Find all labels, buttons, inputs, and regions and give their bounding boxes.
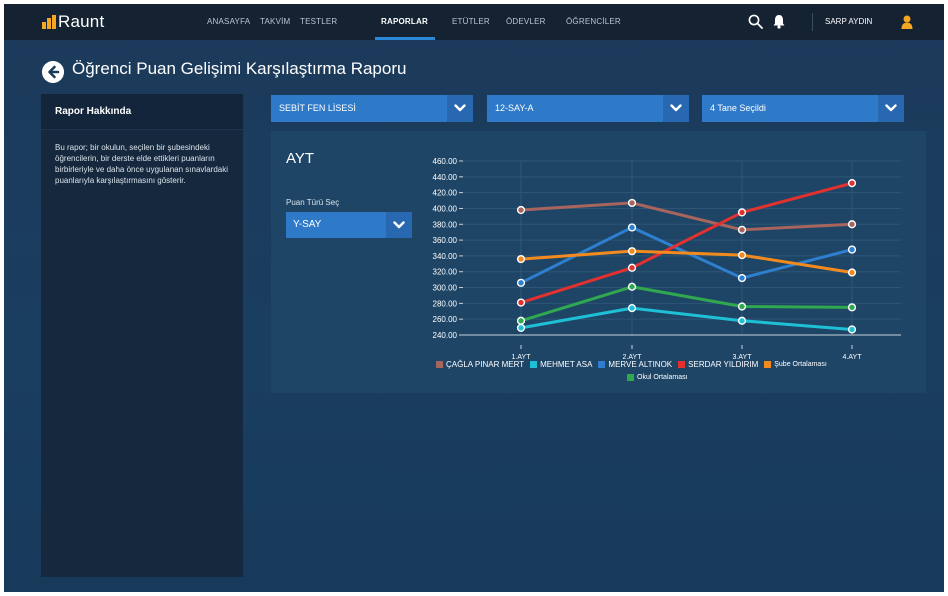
legend-label: SERDAR YILDIRIM (688, 360, 759, 369)
series-line (520, 201, 853, 232)
data-point (516, 316, 526, 325)
nav-item-odevler[interactable]: ÖDEVLER (506, 4, 546, 40)
report-info-panel: Rapor Hakkında Bu rapor; bir okulun, seç… (41, 94, 243, 577)
nav-item-ogrenciler[interactable]: ÖĞRENCİLER (566, 4, 621, 40)
data-point (627, 223, 637, 232)
legend-label: ÇAĞLA PINAR MERT (446, 360, 525, 369)
legend-swatch (530, 361, 538, 368)
legend-swatch (678, 361, 686, 368)
legend-label: Okul Ortalaması (637, 374, 688, 381)
data-point (627, 247, 637, 256)
y-tick-label: 300.00 (433, 284, 458, 293)
chart-legend-row-2: Okul Ortalaması (627, 374, 688, 381)
series-line (520, 181, 853, 305)
data-point (516, 278, 526, 287)
data-point (737, 225, 747, 234)
legend-label: Şube Ortalaması (774, 361, 827, 368)
legend-item[interactable]: Okul Ortalaması (627, 374, 688, 381)
y-tick-label: 360.00 (433, 236, 458, 245)
report-info-description: Bu rapor; bir okulun, seçilen bir şubesi… (55, 143, 228, 185)
back-arrow-icon[interactable] (42, 61, 64, 83)
data-point (847, 179, 857, 188)
bell-icon[interactable] (772, 14, 786, 29)
data-point (847, 325, 857, 334)
data-point (737, 251, 747, 260)
y-tick-label: 380.00 (433, 220, 458, 229)
x-tick-label: 4.AYT (843, 354, 863, 361)
chart-panel: AYT Puan Türü Seç Y-SAY 240.00 260.00 280.… (271, 131, 926, 393)
data-point (516, 254, 526, 264)
y-tick-label: 260.00 (433, 315, 458, 324)
legend-label: MERVE ALTINOK (608, 360, 673, 369)
y-tick-label: 440.00 (433, 173, 458, 182)
legend-swatch (436, 361, 443, 368)
page-title: Öğrenci Puan Gelişimi Karşılaştırma Rapo… (72, 59, 407, 78)
data-point (737, 208, 747, 217)
y-tick-label: 420.00 (433, 189, 458, 198)
y-tick-label: 320.00 (433, 268, 458, 277)
search-icon[interactable] (748, 14, 763, 29)
data-point (737, 273, 747, 283)
legend-label: MEHMET ASA (540, 360, 593, 369)
topbar-divider (812, 13, 813, 31)
nav-item-raporlar[interactable]: RAPORLAR (381, 4, 428, 40)
student-select-value: 4 Tane Seçildi (710, 103, 766, 113)
nav-item-testler[interactable]: TESTLER (300, 4, 337, 40)
class-dropdown[interactable]: 12-SAY-A (487, 95, 689, 122)
legend-item[interactable]: SERDAR YILDIRIM (678, 360, 758, 369)
y-tick-label: 280.00 (433, 299, 458, 308)
nav-item-takvim[interactable]: TAKVİM (260, 4, 290, 40)
chart-legend: ÇAĞLA PINAR MERT MEHMET ASA MERVE ALTINOK S… (436, 360, 827, 369)
user-icon[interactable] (901, 15, 913, 29)
data-point (847, 268, 857, 277)
data-point (737, 302, 747, 311)
chevron-down-icon[interactable] (878, 95, 904, 122)
logo-icon (42, 15, 56, 29)
data-point (847, 245, 857, 254)
data-point (627, 263, 637, 272)
app-window: Raunt ANASAYFA TAKVİM TESTLER RAPORLAR E… (4, 4, 944, 592)
data-point (516, 205, 526, 215)
legend-item[interactable]: ÇAĞLA PINAR MERT (436, 360, 524, 369)
y-tick-label: 400.00 (433, 204, 458, 213)
legend-item[interactable]: MEHMET ASA (530, 360, 592, 369)
data-point (847, 220, 857, 229)
data-point (516, 323, 526, 332)
school-dropdown[interactable]: SEBİT FEN LİSESİ (271, 95, 473, 122)
data-point (516, 298, 526, 307)
chevron-down-icon[interactable] (447, 95, 473, 122)
class-dropdown-value: 12-SAY-A (495, 103, 534, 113)
data-point (627, 282, 637, 291)
data-point (847, 303, 857, 312)
nav-item-etutler[interactable]: ETÜTLER (452, 4, 490, 40)
school-dropdown-value: SEBİT FEN LİSESİ (279, 103, 356, 113)
data-point (627, 198, 637, 208)
y-tick-label: 240.00 (433, 331, 458, 340)
y-tick-label: 340.00 (433, 252, 458, 261)
legend-swatch (764, 361, 772, 368)
legend-item[interactable]: MERVE ALTINOK (598, 360, 672, 369)
user-name[interactable]: SARP AYDIN (825, 4, 872, 40)
y-tick-label: 460.00 (433, 157, 458, 166)
data-point (737, 316, 747, 325)
chevron-down-icon[interactable] (663, 95, 689, 122)
top-navigation-bar: Raunt ANASAYFA TAKVİM TESTLER RAPORLAR E… (4, 4, 944, 40)
legend-item[interactable]: Şube Ortalaması (764, 360, 827, 369)
report-info-header: Rapor Hakkında (41, 94, 243, 130)
logo-text: Raunt (58, 12, 105, 31)
data-point (627, 304, 637, 313)
legend-swatch (598, 361, 606, 368)
nav-item-anasayfa[interactable]: ANASAYFA (207, 4, 250, 40)
student-select-dropdown[interactable]: 4 Tane Seçildi (702, 95, 904, 122)
legend-swatch (627, 374, 634, 381)
logo[interactable]: Raunt (42, 12, 104, 32)
active-nav-indicator (375, 37, 435, 40)
line-chart: 240.00 260.00 280.00 300.00 320.00 340.00 360.… (433, 157, 901, 361)
